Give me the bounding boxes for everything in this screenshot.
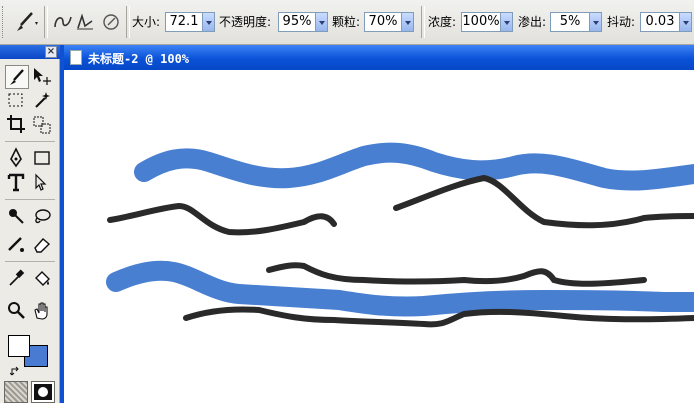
healing-brush-tool[interactable] (5, 233, 29, 257)
size-dropdown-button[interactable] (203, 12, 215, 32)
brush-icon (10, 69, 24, 85)
bleed-field[interactable]: 5% (550, 12, 590, 32)
document-title-bar[interactable]: 未标题-2 @ 100% (64, 45, 694, 70)
text-tool[interactable] (5, 171, 29, 195)
crop-tool[interactable] (5, 113, 29, 137)
eraser-tool[interactable] (30, 233, 54, 257)
crop-icon (7, 115, 25, 133)
jitter-dropdown-button[interactable] (680, 12, 692, 32)
options-separator (126, 6, 130, 38)
hand-icon (34, 302, 48, 320)
size-label: 大小: (132, 15, 161, 29)
tool-preset-picker[interactable] (10, 8, 40, 36)
blue-stroke-2 (106, 260, 694, 317)
options-separator (421, 6, 425, 38)
foreground-color-swatch[interactable] (8, 335, 30, 357)
move-arrow-icon (34, 68, 51, 85)
saturation-label: 浓度: (428, 15, 457, 29)
jitter-field[interactable]: 0.03 (640, 12, 680, 32)
opacity-dropdown-button[interactable] (316, 12, 328, 32)
grain-field[interactable]: 70% (364, 12, 402, 32)
brush-preset-1-icon[interactable] (52, 11, 74, 33)
toolbox-close-button[interactable]: × (45, 46, 57, 58)
rectangle-icon (34, 151, 50, 165)
lasso-tool[interactable] (30, 205, 54, 229)
magnifier-icon (8, 302, 25, 319)
standard-mode-button[interactable] (4, 381, 28, 403)
options-bar: 大小: 72.1 不透明度: 95% 颗粒: 70% 浓度: 100% 渗出: … (0, 0, 694, 45)
brush-icon (17, 12, 38, 31)
drawing-canvas[interactable] (64, 70, 694, 403)
blue-stroke-1 (134, 142, 694, 191)
direct-select-arrow-icon (35, 173, 47, 191)
saturation-dropdown-button[interactable] (501, 12, 513, 32)
paint-bucket-tool[interactable] (30, 267, 54, 291)
opacity-label: 不透明度: (219, 15, 272, 29)
zoom-tool[interactable] (5, 299, 29, 323)
swap-colors-icon[interactable] (9, 365, 22, 377)
canvas-strokes (106, 142, 694, 328)
eyedropper-tool[interactable] (5, 267, 29, 291)
quick-mask-mode-button[interactable] (31, 381, 55, 403)
rectangular-marquee-tool[interactable] (5, 89, 29, 113)
path-selection-tool[interactable] (30, 171, 54, 195)
slice-tool[interactable] (30, 113, 54, 137)
eyedropper-icon (9, 269, 25, 286)
toolbox: × (0, 45, 60, 403)
brush-preset-2-icon[interactable] (74, 11, 96, 33)
magic-wand-icon (35, 92, 50, 108)
text-t-icon (7, 173, 25, 192)
toolbox-divider (5, 261, 55, 262)
pen-tool[interactable] (5, 147, 29, 171)
brush-tool[interactable] (5, 65, 29, 89)
toolbox-divider (5, 141, 55, 142)
options-bar-grip[interactable] (2, 6, 6, 38)
dark-stroke-3 (266, 262, 647, 287)
marquee-icon (8, 93, 23, 107)
toolbox-divider (5, 199, 55, 200)
healing-brush-icon (8, 237, 24, 252)
quick-mask-icon (34, 384, 52, 400)
grain-dropdown-button[interactable] (402, 12, 414, 32)
slice-icon (33, 116, 51, 134)
magic-wand-tool[interactable] (30, 89, 54, 113)
pen-icon (10, 147, 22, 168)
jitter-label: 抖动: (607, 15, 636, 29)
bleed-label: 渗出: (518, 15, 547, 29)
size-field[interactable]: 72.1 (165, 12, 203, 32)
hand-tool[interactable] (30, 299, 54, 323)
brush-preset-3-icon[interactable] (100, 11, 122, 33)
options-separator (44, 6, 48, 38)
grain-label: 颗粒: (332, 15, 361, 29)
opacity-field[interactable]: 95% (278, 12, 316, 32)
saturation-field[interactable]: 100% (461, 12, 501, 32)
dodge-tool[interactable] (5, 205, 29, 229)
move-tool[interactable] (30, 65, 54, 89)
document-title: 未标题-2 @ 100% (88, 52, 190, 66)
eraser-icon (34, 238, 51, 253)
paint-bucket-icon (35, 271, 50, 286)
dodge-icon (9, 209, 24, 224)
document-icon (70, 50, 82, 65)
lasso-icon (35, 209, 51, 224)
dark-stroke-1 (107, 202, 337, 236)
rectangle-tool[interactable] (30, 147, 54, 171)
bleed-dropdown-button[interactable] (590, 12, 602, 32)
